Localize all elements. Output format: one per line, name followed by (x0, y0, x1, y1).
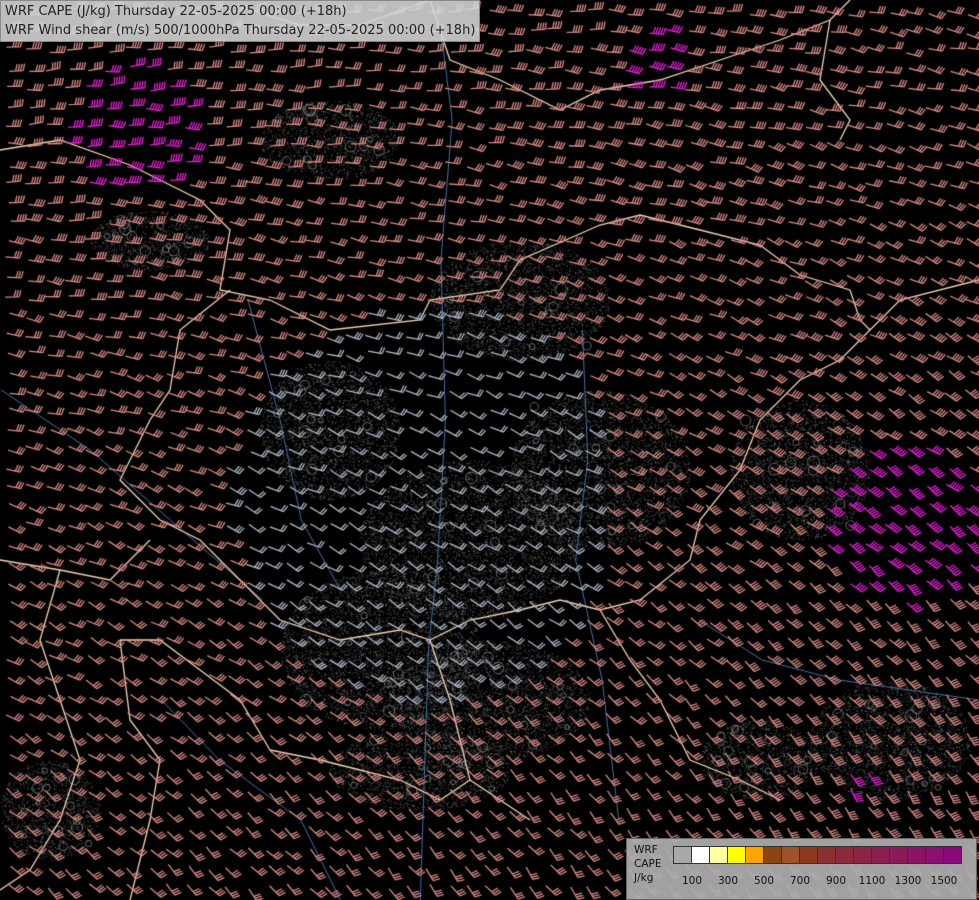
legend-swatch (709, 846, 728, 864)
legend-swatch (745, 846, 764, 864)
legend-tick-label: 300 (717, 875, 739, 887)
legend-swatch (781, 846, 800, 864)
legend-swatch (907, 846, 926, 864)
legend-color-scale (673, 846, 962, 864)
legend-field: CAPE (634, 858, 662, 870)
legend-unit: J/kg (634, 872, 654, 884)
legend-swatch (691, 846, 710, 864)
legend-swatch (835, 846, 854, 864)
legend-tick-label: 100 (681, 875, 703, 887)
legend-swatch (799, 846, 818, 864)
legend-tick-label: 1100 (858, 875, 886, 887)
legend-swatch (727, 846, 746, 864)
cape-title: WRF CAPE (J/kg) Thursday 22-05-2025 00:0… (5, 4, 347, 19)
cape-legend: WRF CAPE J/kg 100 300 500 700 900 1100 1300 150… (626, 838, 977, 900)
legend-tick-label: 700 (789, 875, 811, 887)
legend-model: WRF (634, 844, 658, 856)
legend-swatch (853, 846, 872, 864)
shear-title: WRF Wind shear (m/s) 500/1000hPa Thursda… (5, 23, 476, 38)
weather-map (0, 0, 979, 900)
map-title-box: WRF CAPE (J/kg) Thursday 22-05-2025 00:0… (0, 0, 481, 42)
legend-tick-label: 900 (825, 875, 847, 887)
legend-swatch (763, 846, 782, 864)
legend-swatch (871, 846, 890, 864)
legend-title: WRF CAPE J/kg (634, 843, 661, 885)
legend-swatch (925, 846, 944, 864)
legend-swatch (817, 846, 836, 864)
legend-tick-label: 1300 (894, 875, 922, 887)
legend-swatch (673, 846, 692, 864)
legend-swatch (943, 846, 962, 864)
legend-tick-label: 500 (753, 875, 775, 887)
legend-tick-label: 1500 (930, 875, 958, 887)
legend-swatch (889, 846, 908, 864)
